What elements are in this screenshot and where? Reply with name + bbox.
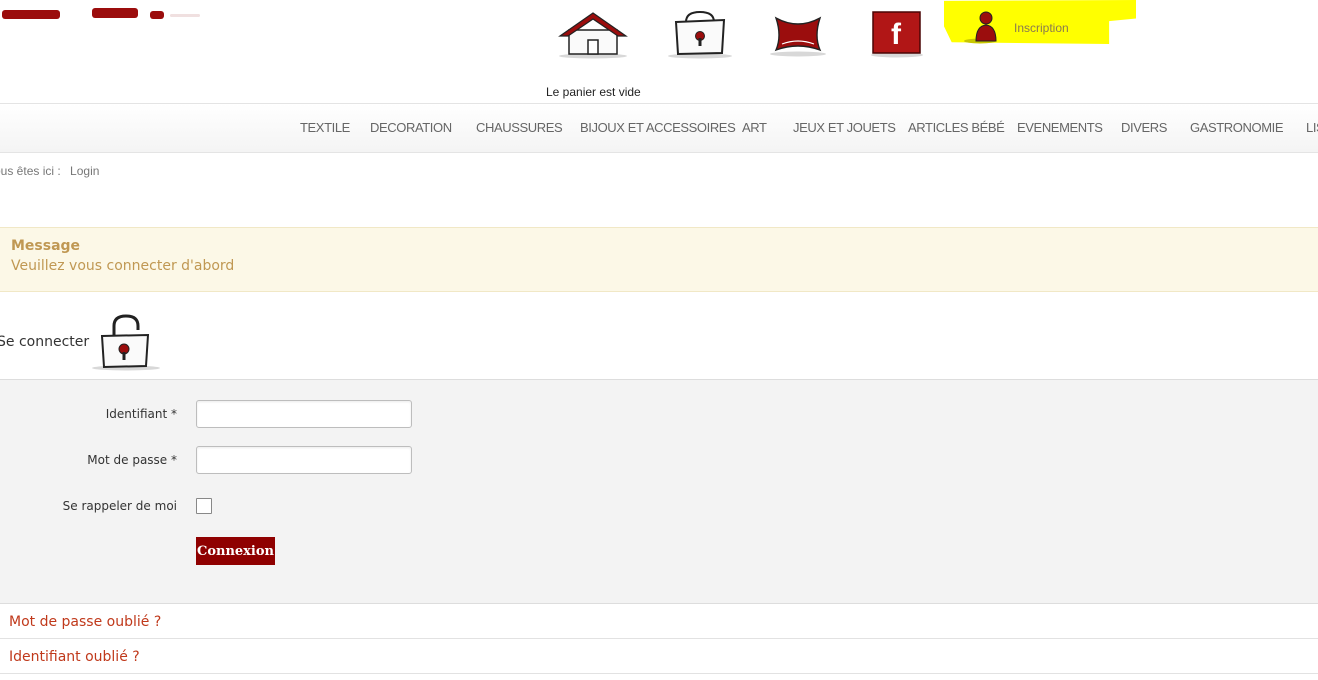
nav-item-bijoux[interactable]: BIJOUX ET ACCESSOIRES bbox=[580, 104, 736, 152]
breadcrumb: ous êtes ici : Login bbox=[0, 164, 99, 178]
system-message: Message Veuillez vous connecter d'abord bbox=[0, 227, 1318, 292]
home-icon[interactable] bbox=[556, 8, 630, 60]
nav-item-textile[interactable]: TEXTILE bbox=[300, 104, 350, 152]
logo-stroke bbox=[2, 10, 60, 19]
shopping-bag-icon[interactable] bbox=[664, 8, 738, 60]
nav-item-decoration[interactable]: DECORATION bbox=[370, 104, 452, 152]
inscription-link[interactable]: Inscription bbox=[962, 8, 1069, 48]
nav-item-truncated[interactable]: LIS bbox=[1306, 104, 1318, 152]
svg-text:f: f bbox=[891, 18, 902, 51]
forgot-username-row: Identifiant oublié ? bbox=[0, 639, 1318, 674]
username-input[interactable] bbox=[196, 400, 412, 428]
username-label: Identifiant * bbox=[105, 407, 177, 421]
nav-item-gastronomie[interactable]: GASTRONOMIE bbox=[1190, 104, 1284, 152]
login-heading: Se connecter bbox=[0, 334, 90, 350]
nav-item-evenements[interactable]: EVENEMENTS bbox=[1017, 104, 1103, 152]
breadcrumb-current: Login bbox=[70, 164, 100, 178]
nav-item-jeux-jouets[interactable]: JEUX ET JOUETS bbox=[793, 104, 896, 152]
password-input[interactable] bbox=[196, 446, 412, 474]
password-label: Mot de passe * bbox=[87, 453, 177, 467]
message-title: Message bbox=[11, 238, 81, 254]
inscription-label: Inscription bbox=[1014, 21, 1069, 35]
remember-me-checkbox[interactable] bbox=[196, 498, 212, 514]
logo-stroke bbox=[92, 8, 138, 18]
site-logo[interactable] bbox=[0, 0, 200, 20]
logo-stroke bbox=[170, 14, 200, 17]
main-navbar: TEXTILE DECORATION CHAUSSURES BIJOUX ET … bbox=[0, 103, 1318, 153]
facebook-icon[interactable]: f bbox=[870, 8, 928, 60]
remember-me-label: Se rappeler de moi bbox=[62, 499, 177, 513]
logo-stroke bbox=[150, 11, 164, 19]
user-icon bbox=[962, 8, 998, 48]
red-cushion-icon[interactable] bbox=[768, 8, 830, 60]
forgot-password-row: Mot de passe oublié ? bbox=[0, 604, 1318, 639]
login-button[interactable]: Connexion bbox=[196, 537, 275, 565]
forgot-password-link[interactable]: Mot de passe oublié ? bbox=[9, 614, 161, 630]
padlock-icon bbox=[90, 312, 164, 376]
forgot-username-link[interactable]: Identifiant oublié ? bbox=[9, 649, 140, 665]
breadcrumb-prefix: ous êtes ici : bbox=[0, 164, 61, 178]
nav-item-chaussures[interactable]: CHAUSSURES bbox=[476, 104, 563, 152]
message-text: Veuillez vous connecter d'abord bbox=[11, 258, 235, 274]
nav-item-art[interactable]: ART bbox=[742, 104, 767, 152]
cart-status: Le panier est vide bbox=[546, 85, 641, 99]
nav-item-divers[interactable]: DIVERS bbox=[1121, 104, 1167, 152]
login-form: Identifiant * Mot de passe * Se rappeler… bbox=[0, 379, 1318, 604]
nav-item-articles-bebe[interactable]: ARTICLES BÉBÉ bbox=[908, 104, 1005, 152]
